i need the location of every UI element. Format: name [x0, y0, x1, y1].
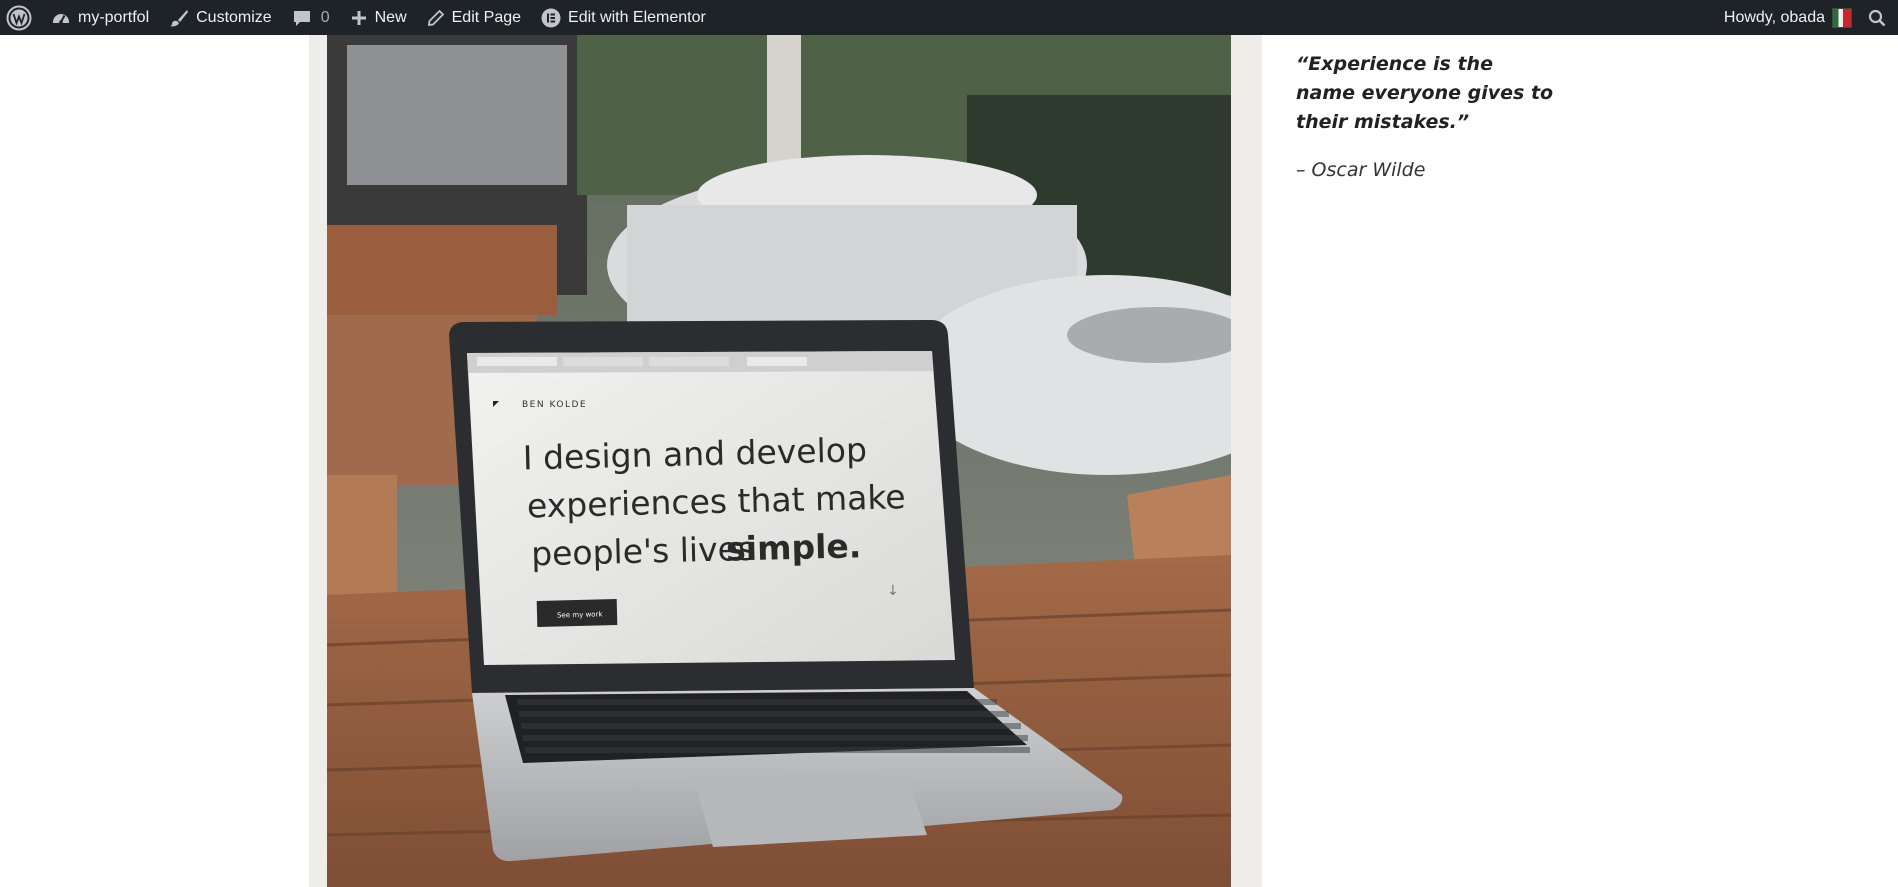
avatar [1832, 7, 1852, 28]
dashboard-icon [51, 8, 71, 28]
screen-headline-line-3: people's lives [531, 529, 756, 573]
brush-icon [169, 8, 189, 28]
admin-search-button[interactable] [1860, 0, 1898, 35]
edit-with-elementor-link[interactable]: Edit with Elementor [531, 0, 716, 35]
sidebar-quote: “Experience is the name everyone gives t… [1296, 50, 1556, 181]
pencil-icon [427, 9, 445, 27]
quote-text: “Experience is the name everyone gives t… [1296, 53, 1554, 133]
plus-icon [350, 9, 368, 27]
customize-label: Customize [196, 8, 272, 26]
new-label: New [374, 8, 407, 26]
hero-image: BEN KOLDE I design and develop experienc… [327, 35, 1231, 887]
site-name-link[interactable]: my-portfol [41, 0, 159, 35]
screen-brand: BEN KOLDE [522, 400, 587, 410]
edit-page-label: Edit Page [451, 8, 522, 26]
wordpress-logo-icon [6, 5, 32, 31]
screen-arrow-icon: ↓ [887, 583, 899, 599]
site-name: my-portfol [78, 8, 150, 26]
admin-bar-left: my-portfol Customize 0 New Edit Page Edi… [0, 0, 716, 35]
screen-cta-label: See my work [557, 610, 604, 619]
screen-headline-bold: simple. [726, 526, 862, 568]
wp-admin-bar: my-portfol Customize 0 New Edit Page Edi… [0, 0, 1898, 35]
quote-author: – Oscar Wilde [1296, 159, 1426, 181]
edit-with-elementor-label: Edit with Elementor [568, 8, 706, 26]
elementor-icon [541, 8, 561, 28]
my-account-menu[interactable]: Howdy, obada [1714, 0, 1860, 35]
comments-link[interactable]: 0 [282, 0, 340, 35]
comments-count: 0 [320, 8, 330, 26]
edit-page-link[interactable]: Edit Page [417, 0, 531, 35]
laptop-photo-illustration: BEN KOLDE I design and develop experienc… [327, 35, 1231, 887]
new-content-button[interactable]: New [340, 0, 417, 35]
wordpress-menu-button[interactable] [0, 0, 41, 35]
admin-bar-right: Howdy, obada [1714, 0, 1898, 35]
howdy-text: Howdy, obada [1723, 8, 1825, 26]
search-icon [1868, 9, 1886, 27]
customize-link[interactable]: Customize [159, 0, 282, 35]
comment-icon [292, 8, 312, 28]
